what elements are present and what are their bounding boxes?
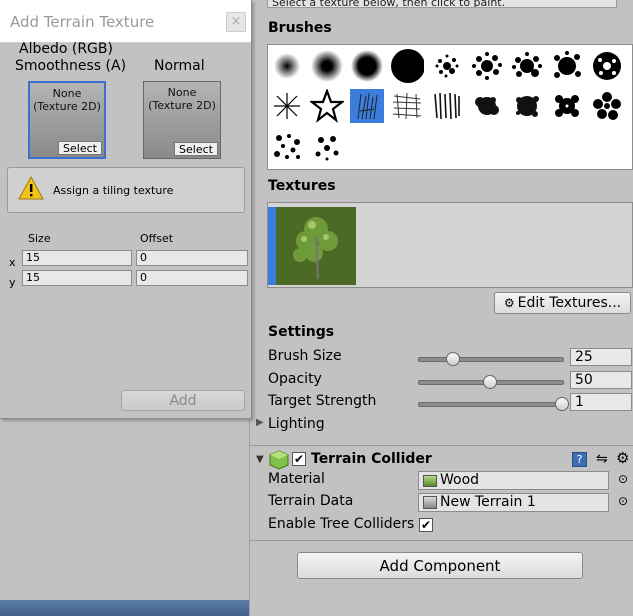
warning-box: Assign a tiling texture [7, 167, 245, 213]
target-strength-label: Target Strength [268, 393, 377, 409]
brush-soft-small[interactable] [270, 49, 304, 83]
offset-y-input[interactable]: 0 [136, 270, 248, 286]
brush-grid [267, 44, 633, 170]
paint-hint: Select a texture below, then click to pa… [267, 0, 617, 8]
offset-x-input[interactable]: 0 [136, 250, 248, 266]
size-x-input[interactable]: 15 [22, 250, 132, 266]
collider-foldout-arrow-icon[interactable]: ▼ [256, 454, 264, 465]
terrain-data-field[interactable]: New Terrain 1 [418, 493, 609, 512]
opacity-label: Opacity [268, 371, 322, 387]
material-label: Material [268, 471, 325, 487]
texture-list [267, 202, 633, 288]
brush-splatter-2[interactable] [470, 49, 504, 83]
brush-grass-selected[interactable] [350, 89, 384, 123]
gear-icon: ⚙ [503, 296, 515, 310]
add-terrain-texture-dialog: Add Terrain Texture × Albedo (RGB) Smoot… [0, 0, 252, 419]
normal-select-button[interactable]: Select [174, 142, 218, 156]
albedo-slot-type: (Texture 2D) [33, 100, 101, 113]
brush-splatter-1[interactable] [430, 49, 464, 83]
target-strength-slider-knob[interactable] [555, 397, 569, 411]
add-button[interactable]: Add [121, 390, 245, 411]
background-panel [0, 418, 249, 616]
dialog-titlebar[interactable]: Add Terrain Texture × [0, 0, 251, 43]
warning-icon [18, 175, 44, 204]
size-label: Size [28, 232, 51, 245]
material-value: Wood [440, 472, 480, 488]
brush-star[interactable] [310, 89, 344, 123]
brush-scatter-1[interactable] [270, 129, 304, 163]
brush-cloud-2[interactable] [510, 89, 544, 123]
albedo-texture-slot[interactable]: None (Texture 2D) Select [28, 81, 106, 159]
component-divider [250, 445, 633, 446]
albedo-label: Albedo (RGB) [19, 41, 113, 57]
size-y-input[interactable]: 15 [22, 270, 132, 286]
target-strength-slider[interactable] [418, 402, 564, 407]
brush-leaf-cluster[interactable] [590, 89, 624, 123]
brush-size-field[interactable]: 25 [570, 348, 632, 366]
brush-noise-1[interactable] [390, 89, 424, 123]
brush-scatter-2[interactable] [310, 129, 344, 163]
terrain-data-value: New Terrain 1 [440, 494, 536, 510]
opacity-slider-knob[interactable] [483, 375, 497, 389]
brush-starburst[interactable] [270, 89, 304, 123]
close-button[interactable]: × [226, 12, 246, 32]
y-label: y [9, 276, 16, 289]
brush-size-slider[interactable] [418, 357, 564, 362]
inspector-panel: Select a texture below, then click to pa… [249, 0, 633, 616]
material-picker-icon[interactable]: ⊙ [618, 472, 628, 486]
lighting-foldout[interactable]: Lighting [268, 416, 325, 432]
dialog-title: Add Terrain Texture [10, 13, 155, 31]
texture-selection-marker [268, 207, 276, 285]
component-divider-bottom [250, 540, 633, 541]
material-field[interactable]: Wood [418, 471, 609, 490]
terrain-data-picker-icon[interactable]: ⊙ [618, 494, 628, 508]
terrain-collider-title: Terrain Collider [311, 451, 432, 467]
normal-texture-slot[interactable]: None (Texture 2D) Select [143, 81, 221, 159]
physic-material-icon [423, 474, 437, 487]
lighting-foldout-arrow-icon[interactable]: ▶ [256, 417, 264, 428]
brush-splatter-4[interactable] [550, 49, 584, 83]
brush-ring-splatter[interactable] [590, 49, 624, 83]
x-label: x [9, 256, 16, 269]
enable-tree-colliders-label: Enable Tree Colliders [268, 516, 415, 532]
brush-noise-2[interactable] [430, 89, 464, 123]
brush-cloud-1[interactable] [470, 89, 504, 123]
bottom-bar [0, 600, 249, 616]
normal-slot-type: (Texture 2D) [148, 99, 216, 112]
add-component-button[interactable]: Add Component [297, 552, 583, 579]
albedo-select-button[interactable]: Select [58, 141, 102, 155]
brush-splatter-3[interactable] [510, 49, 544, 83]
edit-textures-label: Edit Textures... [517, 295, 622, 311]
edit-textures-button[interactable]: ⚙ Edit Textures... [494, 292, 631, 314]
smoothness-label: Smoothness (A) [15, 58, 127, 74]
brush-cloud-3[interactable] [550, 89, 584, 123]
textures-label: Textures [268, 178, 336, 194]
enable-tree-colliders-checkbox[interactable]: ✔ [419, 518, 433, 532]
brush-soft-medium[interactable] [310, 49, 344, 83]
terrain-data-label: Terrain Data [268, 493, 354, 509]
normal-slot-none: None [167, 86, 197, 99]
brush-hard-circle[interactable] [390, 49, 424, 83]
component-settings-gear-icon[interactable]: ⚙ [616, 449, 629, 467]
normal-label: Normal [154, 58, 205, 74]
settings-label: Settings [268, 324, 335, 340]
warning-text: Assign a tiling texture [53, 184, 174, 197]
target-strength-field[interactable]: 1 [570, 393, 632, 411]
preset-icon[interactable]: ⇋ [596, 451, 608, 467]
help-icon[interactable]: ? [572, 452, 587, 467]
offset-label: Offset [140, 232, 174, 245]
brushes-label: Brushes [268, 20, 332, 36]
brush-size-label: Brush Size [268, 348, 342, 364]
opacity-field[interactable]: 50 [570, 371, 632, 389]
albedo-slot-none: None [52, 87, 82, 100]
terrain-asset-icon [423, 496, 437, 509]
brush-soft-large[interactable] [350, 49, 384, 83]
brush-size-slider-knob[interactable] [445, 352, 460, 366]
collider-enabled-checkbox[interactable]: ✔ [292, 452, 306, 466]
texture-thumbnail-tree[interactable] [276, 207, 356, 285]
